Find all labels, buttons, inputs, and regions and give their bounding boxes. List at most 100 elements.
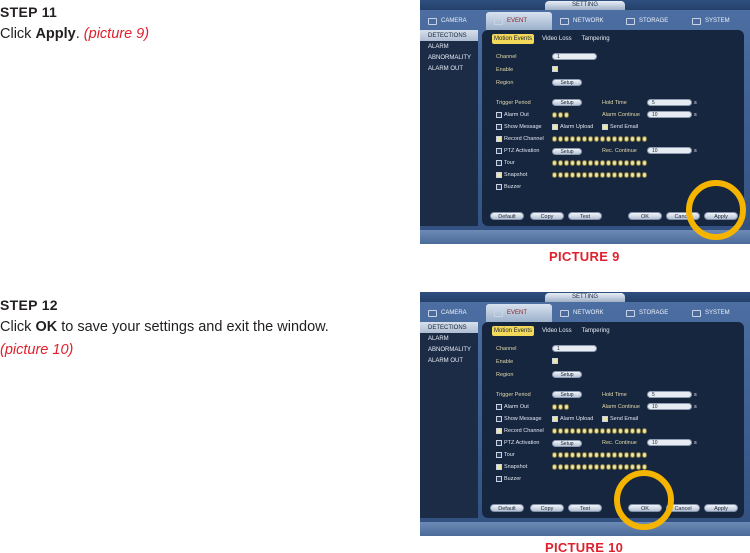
region-label: Region [496,80,514,86]
rec-continue-input[interactable]: 10 [647,147,692,154]
sub-tabs: Motion Events Video Loss Tampering [492,34,612,44]
test-button[interactable]: Test [568,212,602,220]
sidebar-item-alarm-out[interactable]: ALARM OUT [420,63,478,74]
hold-time-label: Hold Time [602,100,627,106]
record-channels[interactable] [552,136,647,142]
snapshot-checkbox[interactable] [496,464,502,470]
alarm-continue-unit: s [694,112,697,118]
alarm-out-channels[interactable] [552,112,569,118]
main-tabs: CAMERA EVENT NETWORK STORAGE SYSTEM [420,304,750,322]
record-channel-checkbox[interactable] [496,136,502,142]
sidebar-item-abnormality[interactable]: ABNORMALITY [420,52,478,63]
alarm-continue-input[interactable]: 10 [647,403,692,410]
tour-channels[interactable] [552,452,647,458]
snapshot-label: Snapshot [504,172,528,178]
tab-camera[interactable]: CAMERA [420,12,486,30]
sidebar: DETECTIONS ALARM ABNORMALITY ALARM OUT [420,30,478,226]
tab-network[interactable]: NETWORK [552,304,618,322]
default-button[interactable]: Default [490,212,524,220]
rec-continue-label: Rec. Continue [602,148,637,154]
buzzer-checkbox[interactable] [496,476,502,482]
trigger-period-label: Trigger Period [496,100,531,106]
enable-checkbox[interactable] [552,358,558,364]
tab-video-loss[interactable]: Video Loss [540,34,574,44]
window-title: SETTING [545,1,625,10]
sidebar-item-alarm-out[interactable]: ALARM OUT [420,355,478,366]
hold-time-input[interactable]: 5 [647,99,692,106]
tab-storage[interactable]: STORAGE [618,304,684,322]
tab-network[interactable]: NETWORK [552,12,618,30]
tour-checkbox[interactable] [496,452,502,458]
tab-tampering[interactable]: Tampering [580,326,612,336]
tab-video-loss[interactable]: Video Loss [540,326,574,336]
show-message-label: Show Message [504,124,542,130]
sidebar-item-abnormality[interactable]: ABNORMALITY [420,344,478,355]
storage-icon [626,309,635,317]
test-button[interactable]: Test [568,504,602,512]
alarm-upload-checkbox[interactable] [552,124,558,130]
send-email-checkbox[interactable] [602,124,608,130]
tab-storage[interactable]: STORAGE [618,12,684,30]
default-button[interactable]: Default [490,504,524,512]
copy-button[interactable]: Copy [530,504,564,512]
enable-checkbox[interactable] [552,66,558,72]
tab-motion-events[interactable]: Motion Events [492,34,535,44]
send-email-label: Send Email [610,416,639,422]
buzzer-label: Buzzer [504,476,522,482]
tab-tampering[interactable]: Tampering [580,34,612,44]
trigger-setup-button[interactable]: Setup [552,391,582,398]
show-message-checkbox[interactable] [496,416,502,422]
tab-event[interactable]: EVENT [486,12,552,30]
snapshot-channels[interactable] [552,464,647,470]
hold-time-label: Hold Time [602,392,627,398]
record-channel-checkbox[interactable] [496,428,502,434]
sidebar-item-alarm[interactable]: ALARM [420,333,478,344]
hold-time-input[interactable]: 5 [647,391,692,398]
ptz-activation-checkbox[interactable] [496,148,502,154]
tour-checkbox[interactable] [496,160,502,166]
send-email-label: Send Email [610,124,639,130]
tab-motion-events[interactable]: Motion Events [492,326,535,336]
region-setup-button[interactable]: Setup [552,371,582,378]
ok-button[interactable]: OK [628,212,662,220]
record-channels[interactable] [552,428,647,434]
ptz-setup-button[interactable]: Setup [552,148,582,155]
tab-camera[interactable]: CAMERA [420,304,486,322]
network-icon [560,309,569,317]
sidebar-item-detections[interactable]: DETECTIONS [420,322,478,333]
copy-button[interactable]: Copy [530,212,564,220]
buzzer-checkbox[interactable] [496,184,502,190]
channel-select[interactable]: 1 [552,53,597,60]
enable-label: Enable [496,359,514,365]
ok-keyword: OK [35,319,58,335]
alarm-out-checkbox[interactable] [496,404,502,410]
sidebar-item-detections[interactable]: DETECTIONS [420,30,478,41]
apply-button[interactable]: Apply [704,504,738,512]
step-title: STEP 12 [0,297,58,313]
tab-system[interactable]: SYSTEM [684,12,750,30]
tab-system[interactable]: SYSTEM [684,304,750,322]
region-setup-button[interactable]: Setup [552,79,582,86]
trigger-setup-button[interactable]: Setup [552,99,582,106]
sidebar-item-alarm[interactable]: ALARM [420,41,478,52]
snapshot-channels[interactable] [552,172,647,178]
record-channel-label: Record Channel [504,136,544,142]
ptz-setup-button[interactable]: Setup [552,440,582,447]
apply-highlight-circle [686,180,746,240]
hold-time-unit: s [694,100,697,106]
picture-10-caption: PICTURE 10 [545,540,624,553]
show-message-checkbox[interactable] [496,124,502,130]
snapshot-checkbox[interactable] [496,172,502,178]
alarm-continue-input[interactable]: 10 [647,111,692,118]
hold-time-unit: s [694,392,697,398]
alarm-upload-checkbox[interactable] [552,416,558,422]
alarm-out-checkbox[interactable] [496,112,502,118]
ptz-activation-checkbox[interactable] [496,440,502,446]
rec-continue-input[interactable]: 10 [647,439,692,446]
send-email-checkbox[interactable] [602,416,608,422]
tab-event[interactable]: EVENT [486,304,552,322]
alarm-out-channels[interactable] [552,404,569,410]
channel-select[interactable]: 1 [552,345,597,352]
tour-channels[interactable] [552,160,647,166]
channel-label: Channel [496,346,517,352]
